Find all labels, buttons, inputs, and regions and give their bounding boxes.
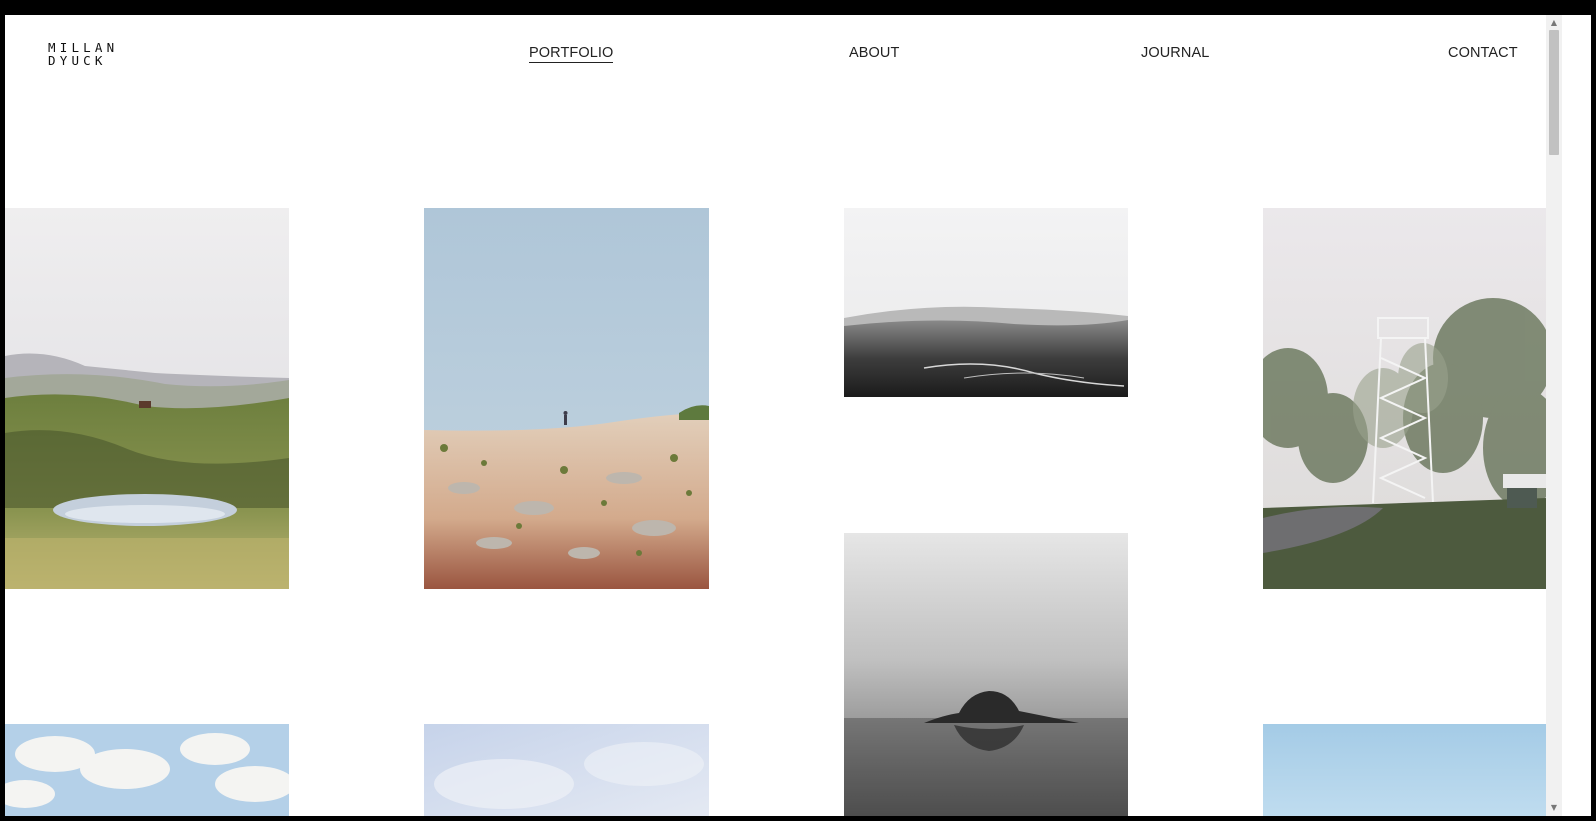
scroll-up-arrow-icon[interactable]: ▲ — [1546, 15, 1562, 31]
scroll-down-arrow-icon[interactable]: ▼ — [1546, 800, 1562, 816]
misty-valley-image — [844, 208, 1128, 397]
page-right-gutter — [1562, 15, 1591, 816]
lookout-tower-photo[interactable] — [1263, 208, 1547, 589]
meadow-pond-photo[interactable] — [5, 208, 289, 589]
browser-viewport: MILLAN DYUCK PORTFOLIO ABOUT JOURNAL CON… — [5, 15, 1591, 816]
site-header: MILLAN DYUCK PORTFOLIO ABOUT JOURNAL CON… — [5, 15, 1575, 95]
desert-hiker-photo[interactable] — [424, 208, 709, 589]
site-logo[interactable]: MILLAN DYUCK — [48, 41, 118, 67]
nav-journal-link[interactable]: JOURNAL — [1141, 45, 1209, 61]
pale-blue-sky-image — [1263, 724, 1547, 816]
hazy-blue-photo[interactable] — [424, 724, 709, 816]
lookout-tower-image — [1263, 208, 1547, 589]
pale-blue-sky-photo[interactable] — [1263, 724, 1547, 816]
foggy-rock-image — [844, 533, 1128, 816]
meadow-pond-image — [5, 208, 289, 589]
misty-valley-photo[interactable] — [844, 208, 1128, 397]
foggy-rock-photo[interactable] — [844, 533, 1128, 816]
nav-about-link[interactable]: ABOUT — [849, 45, 899, 61]
scrollbar-thumb[interactable] — [1549, 30, 1559, 155]
nav-contact-link[interactable]: CONTACT — [1448, 45, 1518, 61]
cloudy-sky-image — [5, 724, 289, 816]
desert-hiker-image — [424, 208, 709, 589]
cloudy-sky-photo[interactable] — [5, 724, 289, 816]
nav-portfolio-link[interactable]: PORTFOLIO — [529, 45, 614, 63]
hazy-blue-image — [424, 724, 709, 816]
vertical-scrollbar[interactable]: ▲ ▼ — [1546, 15, 1562, 816]
logo-line-2: DYUCK — [48, 53, 107, 68]
